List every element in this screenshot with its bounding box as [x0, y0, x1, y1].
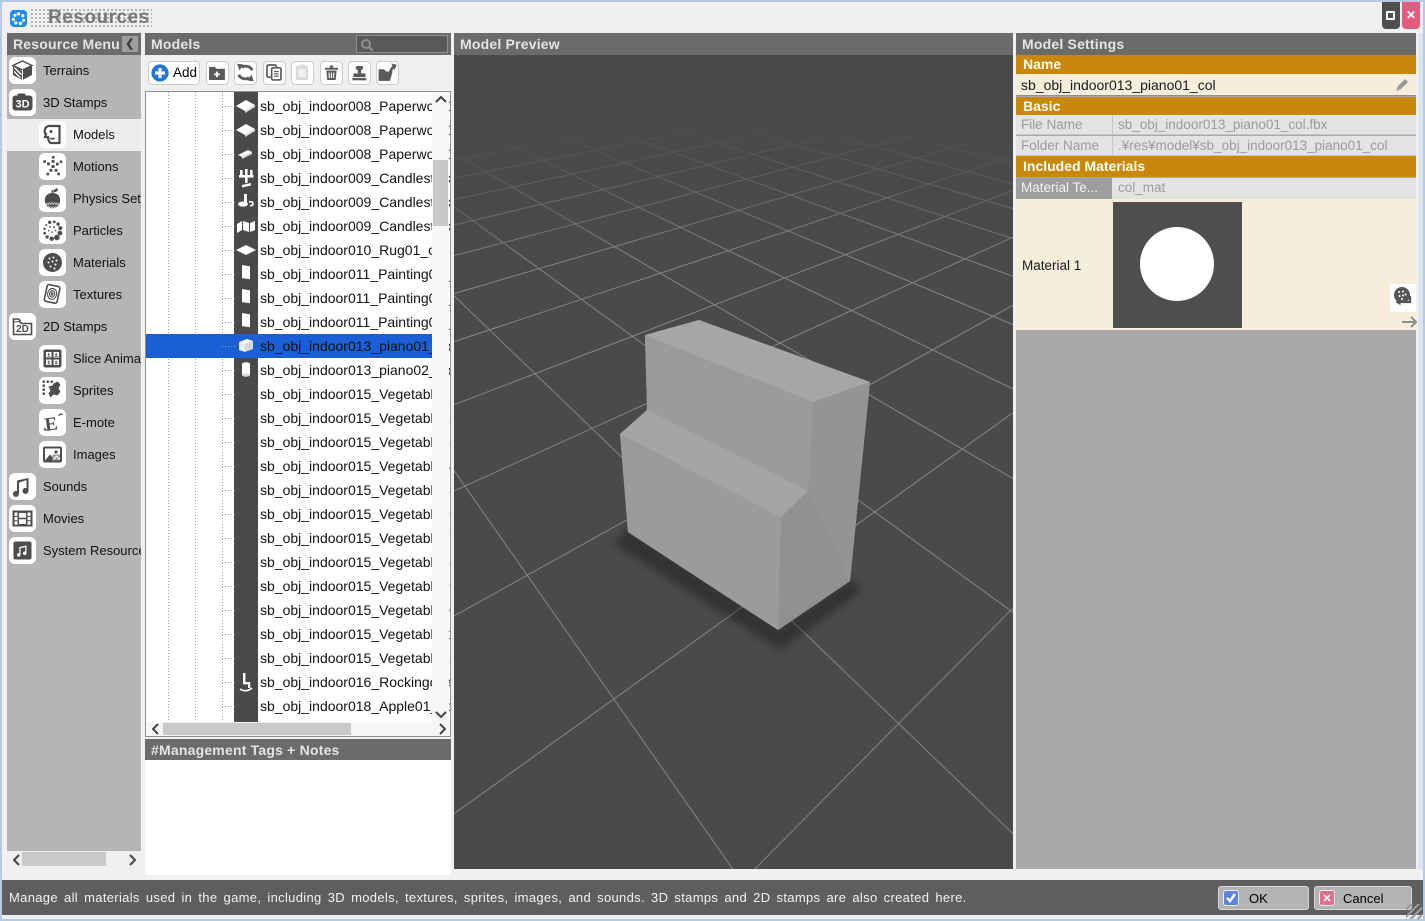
svg-text:3D: 3D [15, 99, 29, 111]
svg-text:E: E [43, 413, 58, 436]
svg-text:2D: 2D [16, 324, 29, 335]
